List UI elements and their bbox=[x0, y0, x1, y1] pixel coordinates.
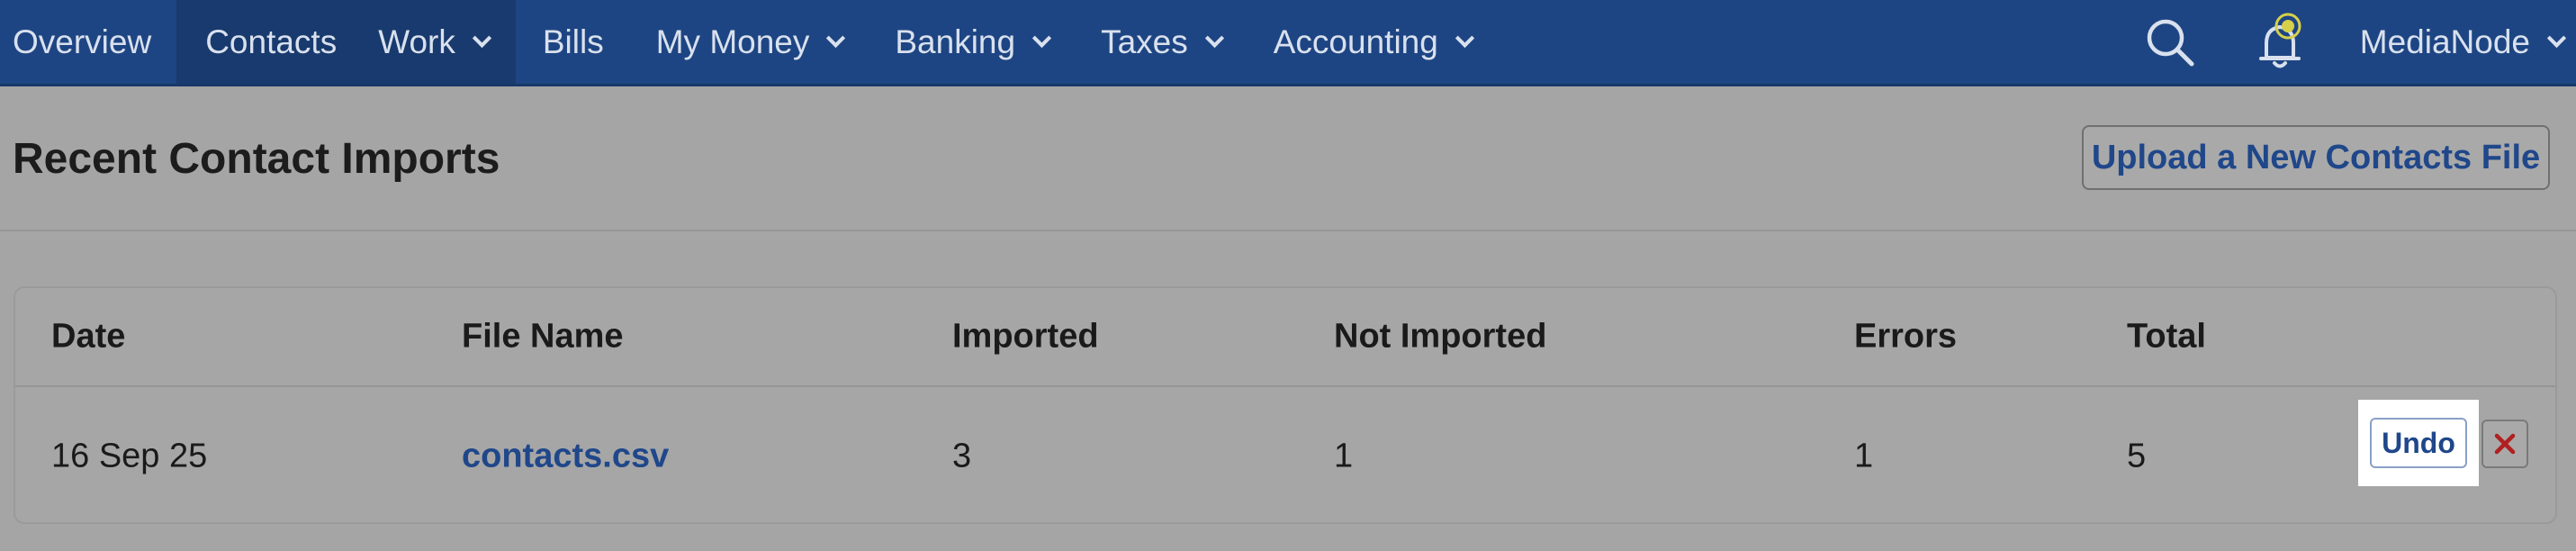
chevron-down-icon bbox=[1031, 28, 1052, 49]
column-header-errors: Errors bbox=[1854, 317, 1958, 356]
user-name: MediaNode bbox=[2359, 23, 2530, 60]
search-icon[interactable] bbox=[2139, 0, 2202, 84]
nav-item-taxes[interactable]: Taxes bbox=[1074, 0, 1247, 84]
notification-bell-icon[interactable] bbox=[2248, 0, 2311, 84]
user-menu[interactable]: MediaNode bbox=[2333, 0, 2576, 84]
undo-highlight: Undo bbox=[2358, 400, 2479, 486]
cell-errors: 1 bbox=[1854, 437, 1874, 475]
chevron-down-icon bbox=[2546, 28, 2567, 49]
column-header-total: Total bbox=[2127, 317, 2206, 356]
nav-item-work[interactable]: Work bbox=[364, 0, 516, 84]
top-navigation: Overview Contacts Work Bills My Money Ba… bbox=[0, 0, 2576, 86]
nav-label: My Money bbox=[655, 23, 810, 60]
cell-not-imported: 1 bbox=[1334, 437, 1354, 475]
nav-label: Taxes bbox=[1101, 23, 1188, 60]
cell-date: 16 Sep 25 bbox=[51, 437, 208, 475]
table-header-row: Date File Name Imported Not Imported Err… bbox=[15, 288, 2555, 387]
column-header-imported: Imported bbox=[952, 317, 1099, 356]
close-icon bbox=[2494, 433, 2516, 455]
imports-table: Date File Name Imported Not Imported Err… bbox=[14, 286, 2557, 524]
chevron-down-icon bbox=[472, 28, 491, 49]
nav-label: Overview bbox=[13, 23, 152, 60]
page-title: Recent Contact Imports bbox=[13, 135, 500, 183]
column-header-date: Date bbox=[51, 317, 126, 356]
chevron-down-icon bbox=[1455, 28, 1474, 49]
nav-item-bills[interactable]: Bills bbox=[516, 0, 629, 84]
nav-label: Banking bbox=[895, 23, 1016, 60]
nav-item-accounting[interactable]: Accounting bbox=[1247, 0, 1497, 84]
upload-contacts-file-button[interactable]: Upload a New Contacts File bbox=[2082, 125, 2550, 190]
delete-import-button[interactable] bbox=[2481, 420, 2528, 468]
nav-item-overview[interactable]: Overview bbox=[0, 0, 176, 84]
cell-imported: 3 bbox=[952, 437, 972, 475]
chevron-down-icon bbox=[1204, 28, 1224, 49]
cell-total: 5 bbox=[2127, 437, 2147, 475]
column-header-not-imported: Not Imported bbox=[1334, 317, 1547, 356]
nav-label: Contacts bbox=[205, 23, 338, 60]
nav-item-contacts[interactable]: Contacts bbox=[176, 0, 365, 84]
file-name-link[interactable]: contacts.csv bbox=[462, 438, 669, 476]
undo-button[interactable]: Undo bbox=[2370, 418, 2467, 468]
nav-label: Work bbox=[378, 23, 455, 60]
column-header-file-name: File Name bbox=[462, 317, 624, 356]
nav-item-my-money[interactable]: My Money bbox=[629, 0, 869, 84]
chevron-down-icon bbox=[826, 28, 846, 49]
page-header: Recent Contact Imports Upload a New Cont… bbox=[0, 89, 2576, 231]
nav-label: Accounting bbox=[1273, 23, 1438, 60]
table-row: 16 Sep 25 contacts.csv 3 1 1 5 bbox=[15, 389, 2555, 524]
nav-label: Bills bbox=[542, 23, 604, 60]
nav-item-banking[interactable]: Banking bbox=[868, 0, 1074, 84]
